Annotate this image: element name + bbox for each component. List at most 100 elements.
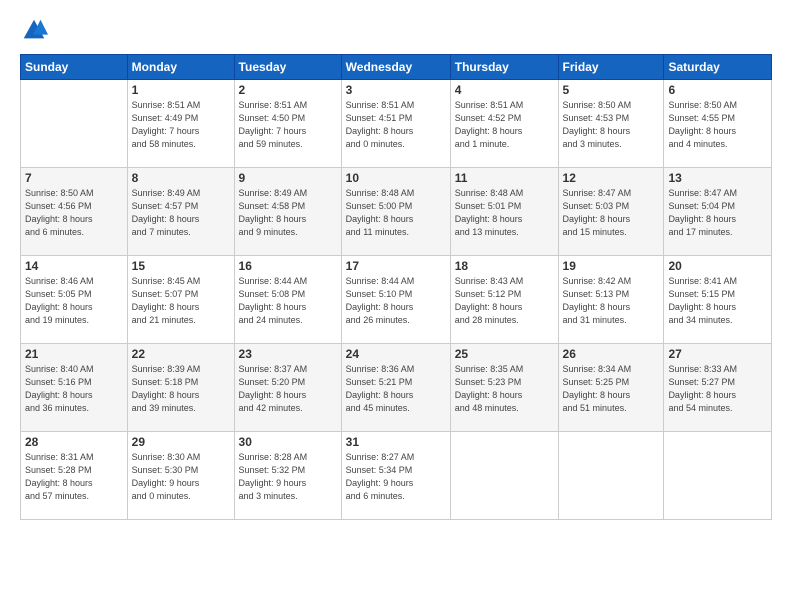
calendar-week-row: 7Sunrise: 8:50 AMSunset: 4:56 PMDaylight… xyxy=(21,168,772,256)
day-number: 9 xyxy=(239,171,337,185)
page: SundayMondayTuesdayWednesdayThursdayFrid… xyxy=(0,0,792,612)
day-info: Sunrise: 8:39 AMSunset: 5:18 PMDaylight:… xyxy=(132,363,230,415)
day-number: 18 xyxy=(455,259,554,273)
day-info: Sunrise: 8:37 AMSunset: 5:20 PMDaylight:… xyxy=(239,363,337,415)
day-number: 25 xyxy=(455,347,554,361)
calendar-cell xyxy=(664,432,772,520)
day-info: Sunrise: 8:44 AMSunset: 5:10 PMDaylight:… xyxy=(346,275,446,327)
day-info: Sunrise: 8:43 AMSunset: 5:12 PMDaylight:… xyxy=(455,275,554,327)
logo xyxy=(20,16,52,44)
calendar-cell: 1 Sunrise: 8:51 AMSunset: 4:49 PMDaylight… xyxy=(127,80,234,168)
calendar-cell: 14 Sunrise: 8:46 AMSunset: 5:05 PMDayligh… xyxy=(21,256,128,344)
day-number: 21 xyxy=(25,347,123,361)
day-number: 26 xyxy=(563,347,660,361)
calendar-cell: 22 Sunrise: 8:39 AMSunset: 5:18 PMDayligh… xyxy=(127,344,234,432)
calendar-cell: 27 Sunrise: 8:33 AMSunset: 5:27 PMDayligh… xyxy=(664,344,772,432)
calendar-cell: 15Sunrise: 8:45 AMSunset: 5:07 PMDayligh… xyxy=(127,256,234,344)
day-info: Sunrise: 8:28 AMSunset: 5:32 PMDaylight:… xyxy=(239,451,337,503)
day-number: 10 xyxy=(346,171,446,185)
day-number: 20 xyxy=(668,259,767,273)
calendar-cell: 30Sunrise: 8:28 AMSunset: 5:32 PMDayligh… xyxy=(234,432,341,520)
day-info: Sunrise: 8:50 AMSunset: 4:53 PMDaylight:… xyxy=(563,99,660,151)
weekday-header: Saturday xyxy=(664,55,772,80)
calendar-cell: 18 Sunrise: 8:43 AMSunset: 5:12 PMDayligh… xyxy=(450,256,558,344)
weekday-header: Thursday xyxy=(450,55,558,80)
day-number: 16 xyxy=(239,259,337,273)
day-number: 29 xyxy=(132,435,230,449)
day-number: 2 xyxy=(239,83,337,97)
day-info: Sunrise: 8:41 AMSunset: 5:15 PMDaylight:… xyxy=(668,275,767,327)
day-number: 4 xyxy=(455,83,554,97)
calendar-cell: 3 Sunrise: 8:51 AMSunset: 4:51 PMDaylight… xyxy=(341,80,450,168)
day-info: Sunrise: 8:40 AMSunset: 5:16 PMDaylight:… xyxy=(25,363,123,415)
day-info: Sunrise: 8:48 AMSunset: 5:01 PMDaylight:… xyxy=(455,187,554,239)
day-info: Sunrise: 8:49 AMSunset: 4:57 PMDaylight:… xyxy=(132,187,230,239)
day-number: 23 xyxy=(239,347,337,361)
day-info: Sunrise: 8:50 AMSunset: 4:55 PMDaylight:… xyxy=(668,99,767,151)
calendar-week-row: 21 Sunrise: 8:40 AMSunset: 5:16 PMDayligh… xyxy=(21,344,772,432)
day-number: 1 xyxy=(132,83,230,97)
weekday-header: Monday xyxy=(127,55,234,80)
calendar-cell: 9 Sunrise: 8:49 AMSunset: 4:58 PMDaylight… xyxy=(234,168,341,256)
day-info: Sunrise: 8:34 AMSunset: 5:25 PMDaylight:… xyxy=(563,363,660,415)
header xyxy=(20,16,772,44)
day-info: Sunrise: 8:46 AMSunset: 5:05 PMDaylight:… xyxy=(25,275,123,327)
calendar-week-row: 14 Sunrise: 8:46 AMSunset: 5:05 PMDayligh… xyxy=(21,256,772,344)
calendar-cell: 28Sunrise: 8:31 AMSunset: 5:28 PMDayligh… xyxy=(21,432,128,520)
day-number: 6 xyxy=(668,83,767,97)
calendar-cell: 5 Sunrise: 8:50 AMSunset: 4:53 PMDaylight… xyxy=(558,80,664,168)
day-info: Sunrise: 8:51 AMSunset: 4:50 PMDaylight:… xyxy=(239,99,337,151)
day-number: 5 xyxy=(563,83,660,97)
day-info: Sunrise: 8:36 AMSunset: 5:21 PMDaylight:… xyxy=(346,363,446,415)
calendar-cell: 24 Sunrise: 8:36 AMSunset: 5:21 PMDayligh… xyxy=(341,344,450,432)
day-number: 24 xyxy=(346,347,446,361)
day-info: Sunrise: 8:47 AMSunset: 5:04 PMDaylight:… xyxy=(668,187,767,239)
day-info: Sunrise: 8:51 AMSunset: 4:52 PMDaylight:… xyxy=(455,99,554,151)
day-info: Sunrise: 8:31 AMSunset: 5:28 PMDaylight:… xyxy=(25,451,123,503)
calendar-cell: 17 Sunrise: 8:44 AMSunset: 5:10 PMDayligh… xyxy=(341,256,450,344)
calendar-cell: 2 Sunrise: 8:51 AMSunset: 4:50 PMDaylight… xyxy=(234,80,341,168)
weekday-header: Friday xyxy=(558,55,664,80)
day-number: 19 xyxy=(563,259,660,273)
day-number: 14 xyxy=(25,259,123,273)
calendar-cell: 20 Sunrise: 8:41 AMSunset: 5:15 PMDayligh… xyxy=(664,256,772,344)
calendar: SundayMondayTuesdayWednesdayThursdayFrid… xyxy=(20,54,772,520)
day-info: Sunrise: 8:48 AMSunset: 5:00 PMDaylight:… xyxy=(346,187,446,239)
day-number: 27 xyxy=(668,347,767,361)
calendar-cell: 23 Sunrise: 8:37 AMSunset: 5:20 PMDayligh… xyxy=(234,344,341,432)
calendar-cell: 31Sunrise: 8:27 AMSunset: 5:34 PMDayligh… xyxy=(341,432,450,520)
day-number: 12 xyxy=(563,171,660,185)
weekday-header-row: SundayMondayTuesdayWednesdayThursdayFrid… xyxy=(21,55,772,80)
calendar-cell xyxy=(450,432,558,520)
day-info: Sunrise: 8:47 AMSunset: 5:03 PMDaylight:… xyxy=(563,187,660,239)
calendar-week-row: 1 Sunrise: 8:51 AMSunset: 4:49 PMDaylight… xyxy=(21,80,772,168)
day-number: 22 xyxy=(132,347,230,361)
weekday-header: Tuesday xyxy=(234,55,341,80)
calendar-cell: 26 Sunrise: 8:34 AMSunset: 5:25 PMDayligh… xyxy=(558,344,664,432)
weekday-header: Sunday xyxy=(21,55,128,80)
day-number: 11 xyxy=(455,171,554,185)
calendar-cell: 7Sunrise: 8:50 AMSunset: 4:56 PMDaylight… xyxy=(21,168,128,256)
day-info: Sunrise: 8:51 AMSunset: 4:51 PMDaylight:… xyxy=(346,99,446,151)
calendar-cell: 29 Sunrise: 8:30 AMSunset: 5:30 PMDayligh… xyxy=(127,432,234,520)
day-number: 13 xyxy=(668,171,767,185)
day-number: 3 xyxy=(346,83,446,97)
calendar-cell: 4 Sunrise: 8:51 AMSunset: 4:52 PMDaylight… xyxy=(450,80,558,168)
day-info: Sunrise: 8:27 AMSunset: 5:34 PMDaylight:… xyxy=(346,451,446,503)
day-info: Sunrise: 8:30 AMSunset: 5:30 PMDaylight:… xyxy=(132,451,230,503)
day-info: Sunrise: 8:51 AMSunset: 4:49 PMDaylight:… xyxy=(132,99,230,151)
day-number: 17 xyxy=(346,259,446,273)
weekday-header: Wednesday xyxy=(341,55,450,80)
calendar-cell: 8Sunrise: 8:49 AMSunset: 4:57 PMDaylight… xyxy=(127,168,234,256)
calendar-cell: 16 Sunrise: 8:44 AMSunset: 5:08 PMDayligh… xyxy=(234,256,341,344)
day-info: Sunrise: 8:49 AMSunset: 4:58 PMDaylight:… xyxy=(239,187,337,239)
calendar-cell: 25Sunrise: 8:35 AMSunset: 5:23 PMDayligh… xyxy=(450,344,558,432)
calendar-cell: 19Sunrise: 8:42 AMSunset: 5:13 PMDayligh… xyxy=(558,256,664,344)
calendar-cell xyxy=(558,432,664,520)
day-number: 7 xyxy=(25,171,123,185)
day-info: Sunrise: 8:44 AMSunset: 5:08 PMDaylight:… xyxy=(239,275,337,327)
calendar-cell xyxy=(21,80,128,168)
calendar-cell: 13 Sunrise: 8:47 AMSunset: 5:04 PMDayligh… xyxy=(664,168,772,256)
calendar-cell: 12 Sunrise: 8:47 AMSunset: 5:03 PMDayligh… xyxy=(558,168,664,256)
day-info: Sunrise: 8:33 AMSunset: 5:27 PMDaylight:… xyxy=(668,363,767,415)
